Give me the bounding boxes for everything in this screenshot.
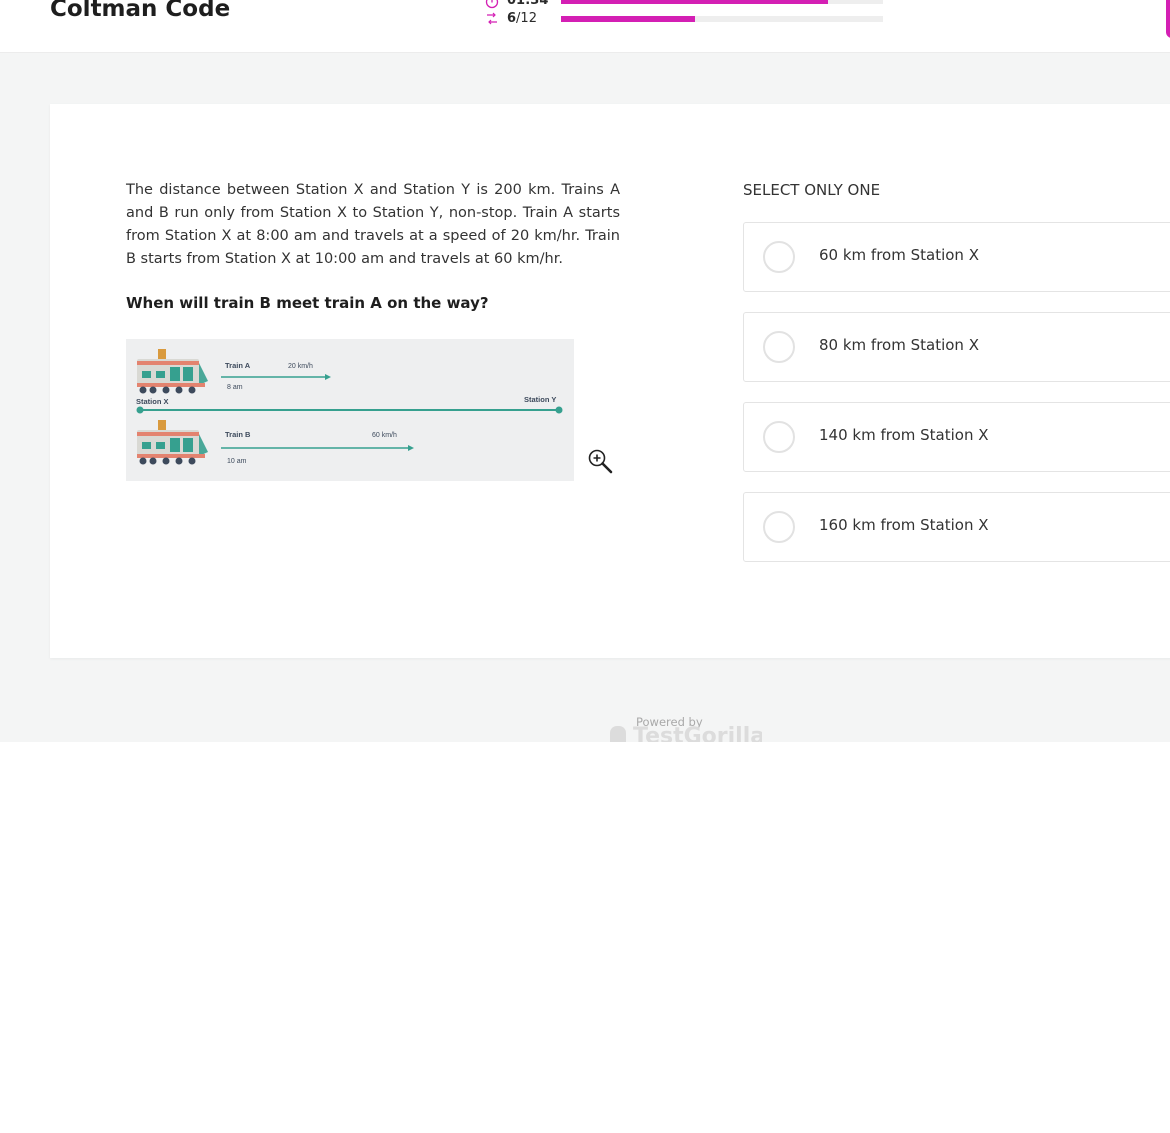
station-y-label: Station Y <box>524 395 556 404</box>
question-card: The distance between Station X and Stati… <box>50 104 1170 658</box>
answer-label: 60 km from Station X <box>819 246 979 264</box>
brand-name: TestGorilla <box>633 726 762 742</box>
content-area: The distance between Station X and Stati… <box>0 53 1170 742</box>
train-b-speed: 60 km/h <box>372 432 397 439</box>
question-progress-fill <box>561 16 696 22</box>
question-text: The distance between Station X and Stati… <box>126 182 620 267</box>
radio-button[interactable] <box>763 331 795 363</box>
train-a-arrowhead <box>325 374 331 380</box>
timer-value: 01:34 <box>507 0 549 8</box>
gorilla-icon <box>610 726 626 742</box>
train-figure[interactable]: Train A 20 km/h 8 am Station X Station Y… <box>126 339 574 481</box>
train-b-arrowhead <box>408 445 414 451</box>
answer-label: 140 km from Station X <box>819 426 989 444</box>
timer-text: 01:34 <box>507 0 548 8</box>
station-x-label: Station X <box>136 397 169 406</box>
train-a-time: 8 am <box>227 384 243 391</box>
brand-logo: TestGorilla <box>607 726 762 742</box>
train-a-label: Train A <box>225 361 251 370</box>
train-b-time: 10 am <box>227 458 247 465</box>
question-current: 6 <box>507 11 517 26</box>
question-prompt: When will train B meet train A on the wa… <box>126 294 489 312</box>
train-b-label: Train B <box>225 430 251 439</box>
station-x-dot <box>136 406 144 414</box>
question-progress-bar <box>561 16 883 22</box>
timer-icon <box>485 0 499 9</box>
train-b-icon <box>137 420 208 465</box>
train-a-icon <box>137 349 208 394</box>
select-instruction: SELECT ONLY ONE <box>743 181 881 199</box>
train-a-speed: 20 km/h <box>288 363 313 370</box>
next-button-edge[interactable] <box>1166 0 1170 38</box>
answer-label: 80 km from Station X <box>819 336 979 354</box>
radio-button[interactable] <box>763 241 795 273</box>
radio-button[interactable] <box>763 511 795 543</box>
assessment-title: Coltman Code <box>50 0 231 22</box>
radio-button[interactable] <box>763 421 795 453</box>
station-y-dot <box>555 406 563 414</box>
answer-label: 160 km from Station X <box>819 516 989 534</box>
answer-option[interactable]: 140 km from Station X <box>743 402 1170 472</box>
answer-option[interactable]: 80 km from Station X <box>743 312 1170 382</box>
answer-option[interactable]: 60 km from Station X <box>743 222 1170 292</box>
train-diagram: Train A 20 km/h 8 am Station X Station Y… <box>136 349 563 465</box>
question-total: /12 <box>516 11 537 26</box>
timer-progress-bar <box>561 0 883 4</box>
zoom-in-icon[interactable] <box>587 448 615 476</box>
top-bar: Coltman Code 01:34 6/12 <box>0 0 1170 53</box>
question-counter: 6/12 <box>507 11 537 26</box>
answer-option[interactable]: 160 km from Station X <box>743 492 1170 562</box>
timer-progress-fill <box>561 0 829 4</box>
question-counter-icon <box>487 12 497 25</box>
